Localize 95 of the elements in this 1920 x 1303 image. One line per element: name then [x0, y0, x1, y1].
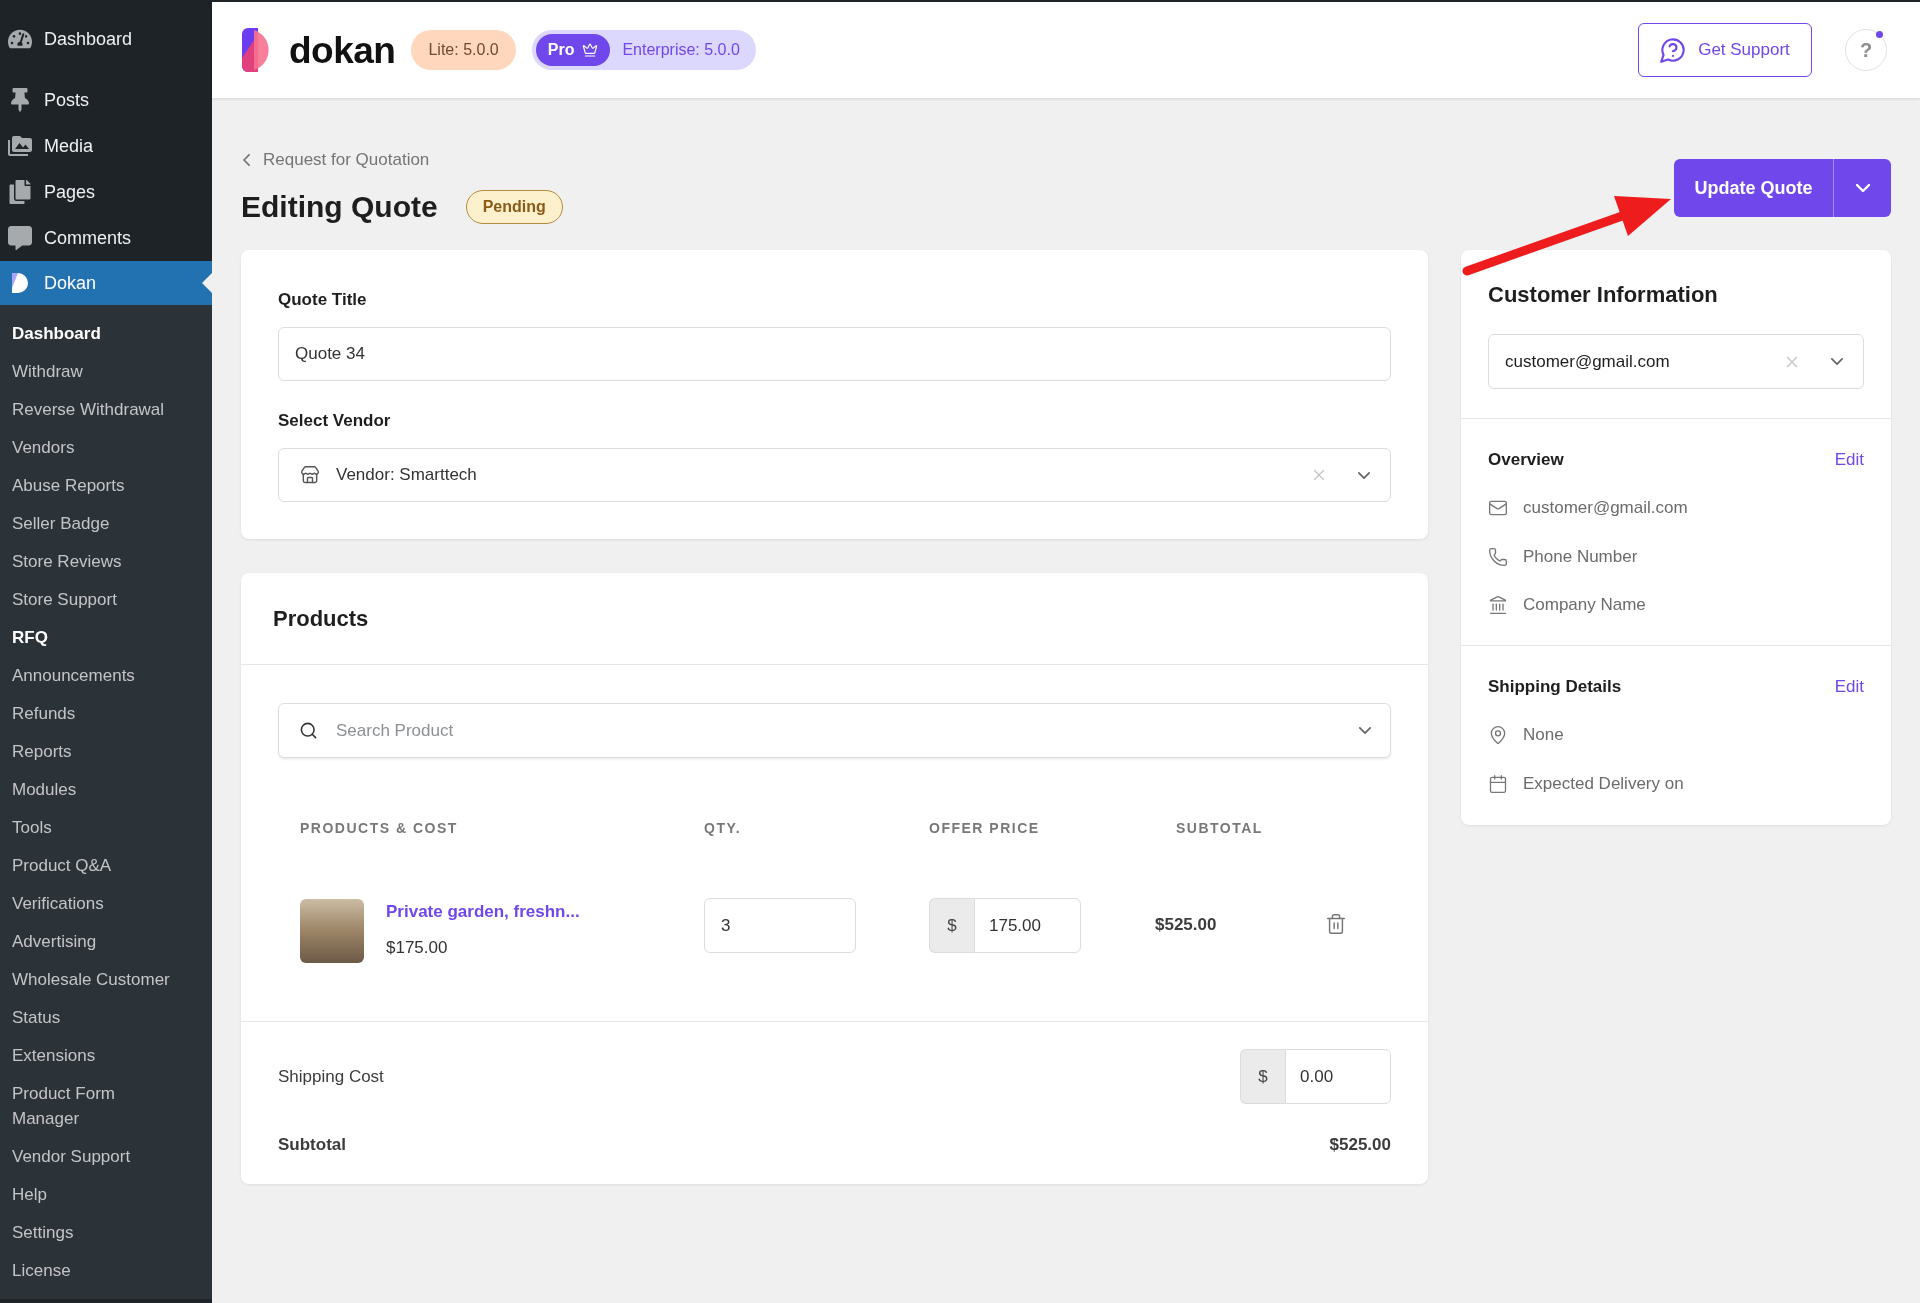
field-label: Quote Title — [278, 289, 368, 311]
mail-icon — [1488, 498, 1508, 518]
submenu-item[interactable]: Product Form Manager — [0, 1074, 190, 1137]
pin-icon — [8, 88, 32, 112]
column-header: PRODUCTS & COST — [300, 818, 459, 838]
column-header: SUBTOTAL — [1175, 818, 1263, 838]
submenu-item[interactable]: Withdraw — [0, 352, 190, 390]
page-title: Editing Quote — [241, 190, 438, 224]
comment-icon — [8, 226, 32, 250]
sidebar-menu-item[interactable]: Comments — [0, 215, 212, 261]
vendor-select[interactable]: Vendor: Smarttech — [278, 448, 1391, 502]
submenu-item[interactable]: Store Support — [0, 580, 190, 618]
info-text: Phone Number — [1523, 545, 1638, 568]
product-link[interactable]: Private garden, freshn... — [386, 901, 580, 923]
phone-icon — [1488, 546, 1508, 567]
update-quote-button[interactable]: Update Quote — [1674, 159, 1833, 217]
breadcrumb-link[interactable]: Request for Quotation — [241, 149, 563, 171]
chevron-down-icon — [1358, 471, 1370, 479]
section-title: Overview — [1488, 449, 1564, 471]
submenu-item[interactable]: Announcements — [0, 656, 190, 694]
version-badge: Lite: 5.0.0 — [411, 30, 516, 70]
info-text: Company Name — [1523, 594, 1646, 616]
sidebar-menu-item[interactable]: Dashboard — [0, 16, 212, 62]
edition-label: Enterprise: 5.0.0 — [622, 40, 740, 60]
info-text: None — [1523, 724, 1564, 746]
sidebar-menu-item[interactable]: Pages — [0, 169, 212, 215]
chevron-left-icon — [243, 154, 250, 166]
sidebar-menu-item[interactable]: Media — [0, 123, 212, 169]
submenu-item[interactable]: Verifications — [0, 884, 190, 922]
product-price: $175.00 — [386, 937, 449, 959]
submenu-item[interactable]: Refunds — [0, 694, 190, 732]
subtotal-label: Subtotal — [278, 1134, 346, 1157]
submenu-item[interactable]: Abuse Reports — [0, 466, 190, 504]
sidebar-menu-item[interactable]: Posts — [0, 77, 212, 123]
submenu-item[interactable]: License — [0, 1251, 190, 1289]
more-actions-button[interactable] — [1833, 159, 1891, 217]
product-search-field[interactable]: Search Product — [278, 703, 1391, 758]
info-text: customer@gmail.com — [1523, 497, 1688, 519]
store-icon — [300, 465, 320, 485]
section-title: Shipping Details — [1488, 676, 1622, 698]
edit-link[interactable]: Edit — [1834, 449, 1864, 471]
customer-select[interactable]: customer@gmail.com — [1488, 334, 1864, 389]
submenu-item[interactable]: Wholesale Customer — [0, 960, 190, 998]
submenu-item[interactable]: Tools — [0, 808, 190, 846]
submenu-item[interactable]: Reverse Withdrawal — [0, 390, 190, 428]
media-icon — [8, 134, 32, 158]
submenu-item[interactable]: Vendor Support — [0, 1137, 190, 1175]
subtotal-value: $525.00 — [1329, 1134, 1391, 1157]
submenu-item[interactable]: Product Q&A — [0, 846, 190, 884]
crown-icon — [582, 42, 599, 58]
submenu-item[interactable]: Help — [0, 1175, 190, 1213]
edit-link[interactable]: Edit — [1834, 676, 1864, 698]
shipping-cost-field[interactable]: 0.00 — [1285, 1049, 1391, 1104]
photo-placeholder — [300, 899, 364, 963]
chat-question-icon — [1660, 37, 1687, 63]
field-label: Select Vendor — [278, 410, 392, 432]
pro-label: Pro — [547, 40, 575, 60]
sidebar-menu-item[interactable]: Dokan — [0, 261, 212, 305]
card-title: Customer Information — [1488, 281, 1719, 309]
chevron-down-icon — [1855, 184, 1870, 192]
chevron-down-icon — [1359, 727, 1371, 734]
map-pin-icon — [1488, 725, 1508, 745]
submenu-item[interactable]: Advertising — [0, 922, 190, 960]
currency-addon: $ — [1240, 1049, 1285, 1104]
submenu-item[interactable]: Seller Badge — [0, 504, 190, 542]
menu-pointer-icon — [202, 273, 212, 293]
submenu-item[interactable]: Vendors — [0, 428, 190, 466]
trash-icon[interactable] — [1325, 913, 1347, 935]
column-header: OFFER PRICE — [929, 818, 1041, 838]
dashboard-icon — [8, 27, 32, 51]
submenu-item[interactable]: Dashboard — [0, 314, 190, 352]
status-badge: Pending — [465, 190, 563, 224]
offer-price-field[interactable]: 175.00 — [974, 898, 1081, 953]
shipping-label: Shipping Cost — [278, 1065, 384, 1088]
calendar-icon — [1488, 773, 1508, 794]
card-title: Products — [273, 605, 369, 633]
submenu-item[interactable]: Store Reviews — [0, 542, 190, 580]
search-icon — [299, 721, 318, 740]
quote-title-field[interactable]: Quote 34 — [278, 327, 1391, 381]
submenu-item[interactable]: Modules — [0, 770, 190, 808]
pages-icon — [8, 180, 32, 204]
currency-addon: $ — [929, 898, 974, 953]
logo-text: dokan — [289, 31, 396, 69]
submenu-item[interactable]: Settings — [0, 1213, 190, 1251]
row-subtotal: $525.00 — [1155, 914, 1218, 936]
submenu-item[interactable]: Extensions — [0, 1036, 190, 1074]
quantity-field[interactable]: 3 — [704, 898, 856, 953]
building-icon — [1488, 595, 1508, 615]
column-header: QTY. — [704, 818, 743, 838]
get-support-button[interactable]: Get Support — [1638, 23, 1812, 77]
submenu-item[interactable]: Status — [0, 998, 190, 1036]
submenu-item[interactable]: RFQ — [0, 618, 190, 656]
chevron-down-icon — [1831, 358, 1843, 365]
info-text: Expected Delivery on — [1523, 772, 1684, 795]
submenu-item[interactable]: Reports — [0, 732, 190, 770]
